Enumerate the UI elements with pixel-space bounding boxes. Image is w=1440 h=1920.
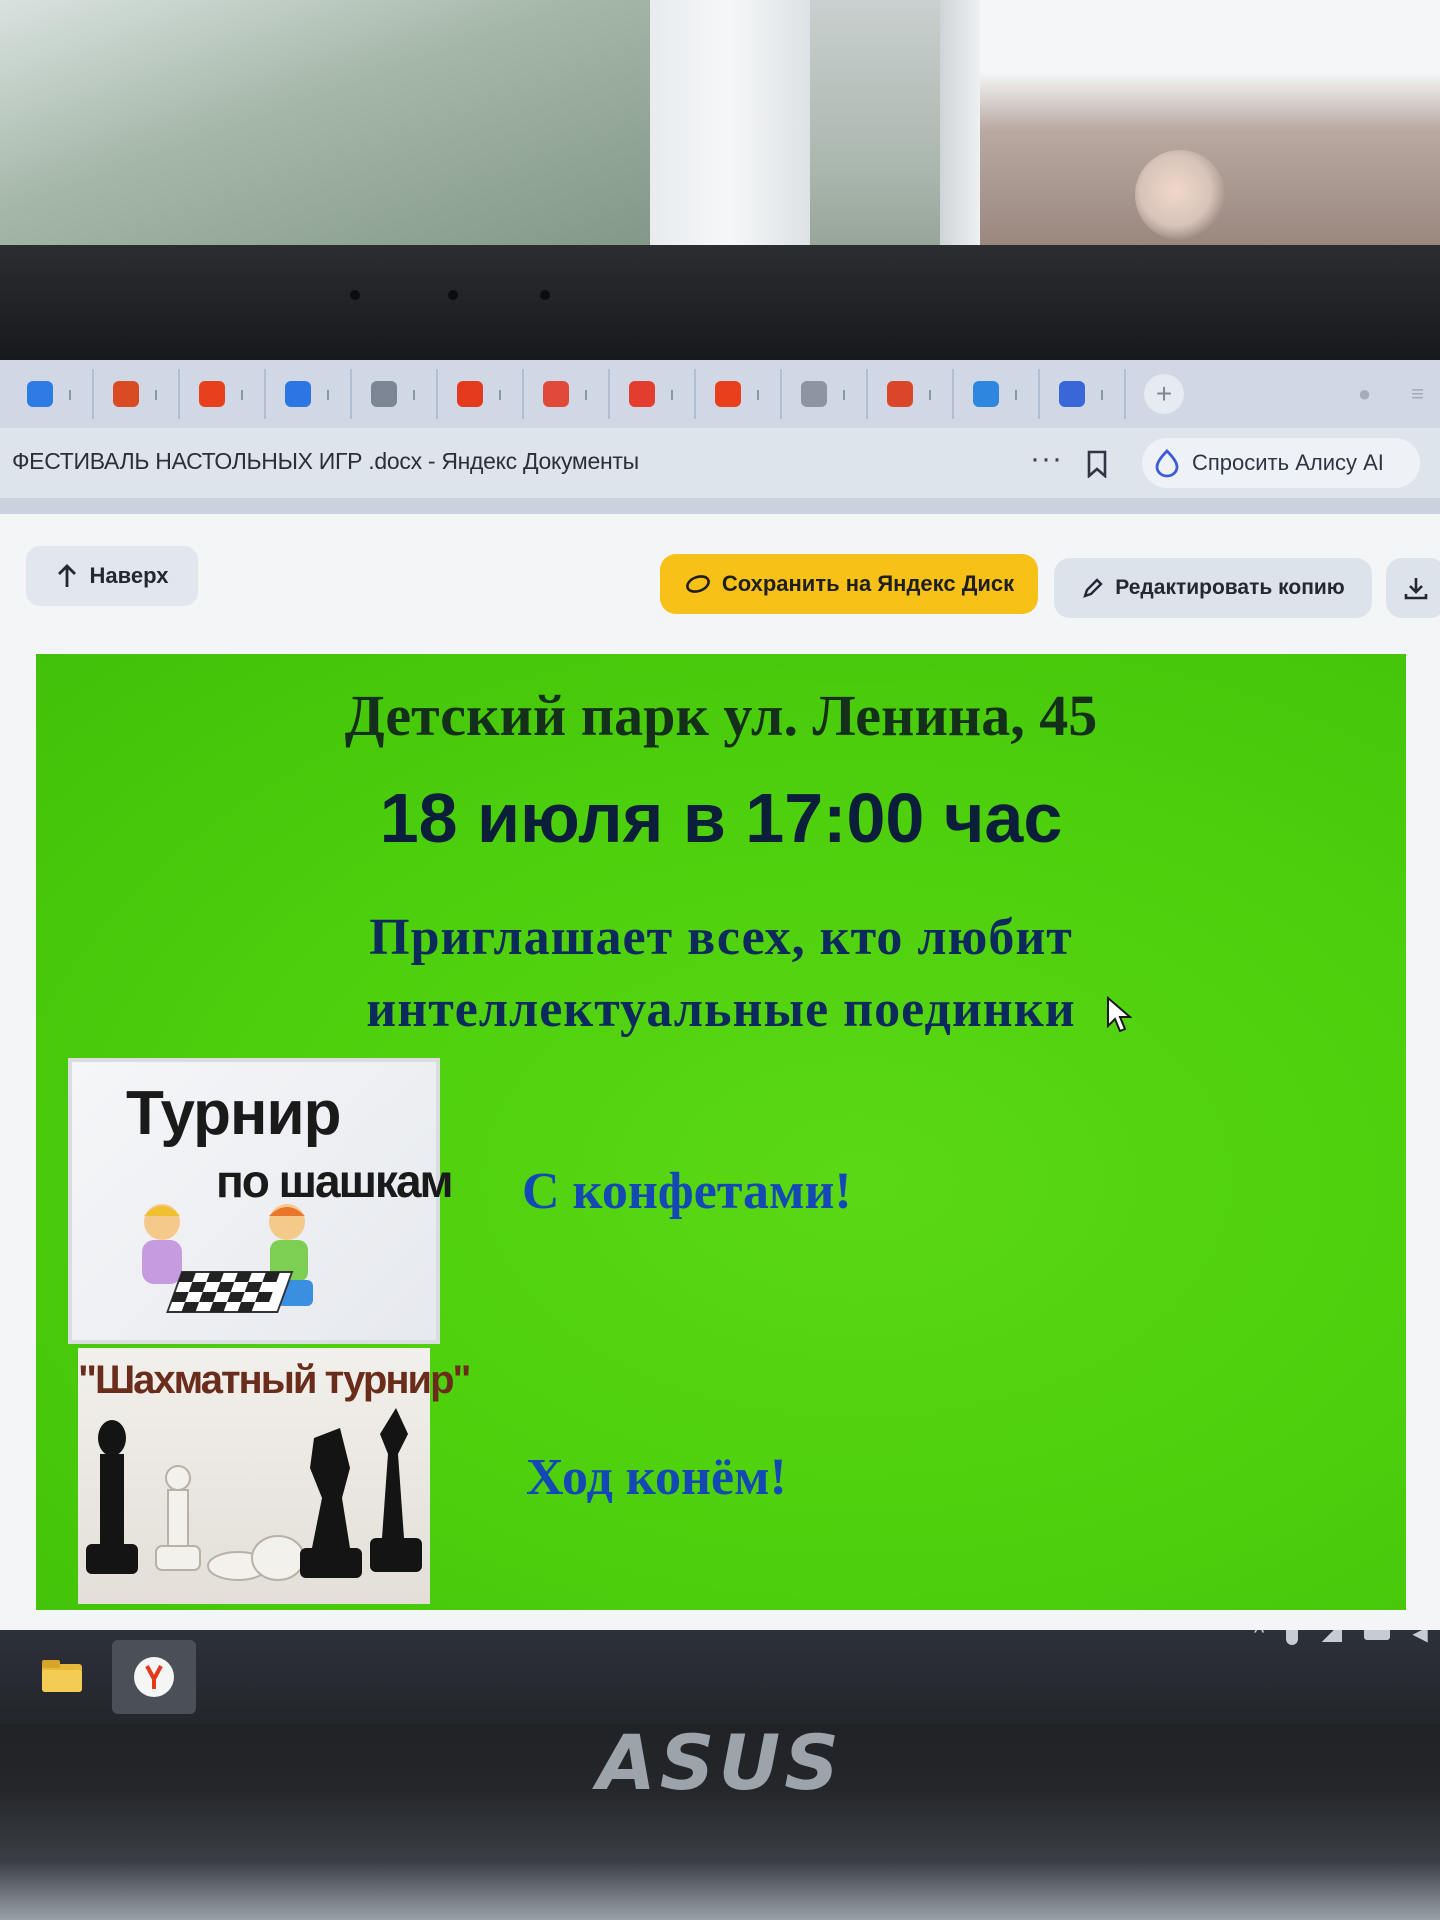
tab-separator-icon: ı [1013,383,1019,404]
browser-tab[interactable]: ı [524,369,610,419]
tab-favicon-icon [543,381,570,407]
browser-tab[interactable]: ı [954,369,1040,419]
laptop-brand-logo: ASUS [596,1718,843,1807]
event-address: Детский парк ул. Ленина, 45 [344,683,1098,748]
document-page: Детский парк ул. Ленина, 45 18 июля в 17… [36,654,1406,1610]
tab-separator-icon: ı [583,383,589,404]
checkers-tournament-image: Турнир по шашкам [68,1058,454,1344]
ask-alice-button[interactable]: Спросить Алису AI [1142,438,1420,488]
tab-separator-icon: ı [669,383,675,404]
tab-strip: ı ı ı ı ı ı ı ı ı ı ı ı ı + ● ≡ [0,360,1440,428]
browser-tab[interactable]: ı [8,369,94,419]
mouse-cursor-icon [1107,996,1132,1033]
pencil-icon [1083,578,1103,598]
browser-tab[interactable]: ı [352,369,438,419]
chess-pieces-illustration [86,1408,422,1581]
document-title: ФЕСТИВАЛЬ НАСТОЛЬНЫХ ИГР .docx - Яндекс … [12,448,639,474]
browser-tab[interactable]: ı [782,369,868,419]
knight-move-text: Ход конём! [526,1449,787,1506]
tab-favicon-icon [1059,381,1086,407]
scroll-to-top-button[interactable]: Наверх [26,546,198,606]
disk-icon [685,575,710,593]
tab-separator-icon: ı [153,383,159,404]
tab-favicon-icon [113,381,140,407]
yandex-browser-icon[interactable] [112,1640,196,1714]
tab-separator-icon: ı [841,383,847,404]
download-icon [1404,578,1428,600]
browser-tab[interactable]: ı [94,369,180,419]
checkers-title: Турнир [126,1079,341,1148]
download-button[interactable] [1386,558,1440,618]
toolbar-divider [0,498,1440,514]
sensor-icon [448,290,458,300]
alice-icon [1155,449,1179,478]
bookmark-icon[interactable] [1086,450,1108,483]
camera-icon [350,290,360,300]
candy-text: С конфетами! [522,1163,852,1220]
tab-separator-icon: ı [927,383,933,404]
chess-tournament-image: "Шахматный турнир" [78,1348,471,1604]
tab-favicon-icon [27,381,54,407]
chess-title: "Шахматный турнир" [78,1358,471,1402]
edit-copy-button[interactable]: Редактировать копию [1054,558,1372,618]
tab-strip-controls: ● ≡ [1358,381,1424,407]
kids-playing-checkers-illustration [142,1204,313,1313]
browser-tab[interactable]: ı [438,369,524,419]
browser-tab[interactable]: ı [180,369,266,419]
new-tab-button[interactable]: + [1144,374,1184,414]
tab-separator-icon: ı [411,383,417,404]
profile-icon[interactable]: ● [1358,381,1371,407]
tab-separator-icon: ı [239,383,245,404]
tab-favicon-icon [629,381,656,407]
event-date: 18 июля в 17:00 час [379,779,1063,857]
save-to-disk-label: Сохранить на Яндекс Диск [721,571,1015,596]
scroll-to-top-label: Наверх [89,563,169,588]
tab-favicon-icon [887,381,914,407]
tab-separator-icon: ı [497,383,503,404]
tab-favicon-icon [801,381,828,407]
tab-separator-icon: ı [325,383,331,404]
tab-favicon-icon [973,381,1000,407]
tab-favicon-icon [199,381,226,407]
save-to-disk-button[interactable]: Сохранить на Яндекс Диск [660,554,1038,614]
edit-copy-label: Редактировать копию [1115,576,1345,599]
tab-separator-icon: ı [67,383,73,404]
tab-separator-icon: ı [755,383,761,404]
window-sticker [1135,150,1225,240]
tab-separator-icon: ı [1099,383,1105,404]
taskbar [0,1630,1440,1724]
sensor-icon [540,290,550,300]
tab-favicon-icon [285,381,312,407]
file-explorer-icon[interactable] [40,1658,84,1699]
more-options-icon[interactable]: ··· [1030,442,1063,476]
arrow-up-icon [57,564,76,587]
laptop-bezel [0,245,1440,365]
invitation-line-2: интеллектуальные поединки [366,981,1076,1038]
screen: ı ı ı ı ı ı ı ı ı ı ı ı ı + ● ≡ ФЕСТИВАЛЬ НАСТОЛЬНЫХ … [0,360,1440,1630]
document-viewer: Наверх Сохранить на Яндекс Диск Редактир… [0,514,1440,1630]
browser-tab[interactable]: ı [610,369,696,419]
browser-tab[interactable]: ı [868,369,954,419]
ask-alice-label: Спросить Алису AI [1192,450,1384,475]
browser-tab[interactable]: ı [1040,369,1126,419]
browser-tab[interactable]: ı [266,369,352,419]
browser-tab[interactable]: ı [696,369,782,419]
tab-favicon-icon [371,381,398,407]
address-bar[interactable]: ФЕСТИВАЛЬ НАСТОЛЬНЫХ ИГР .docx - Яндекс … [0,428,1440,498]
tab-menu-icon[interactable]: ≡ [1411,381,1424,407]
tab-favicon-icon [457,381,484,407]
tab-favicon-icon [715,381,742,407]
invitation-line-1: Приглашает всех, кто любит [369,909,1073,966]
